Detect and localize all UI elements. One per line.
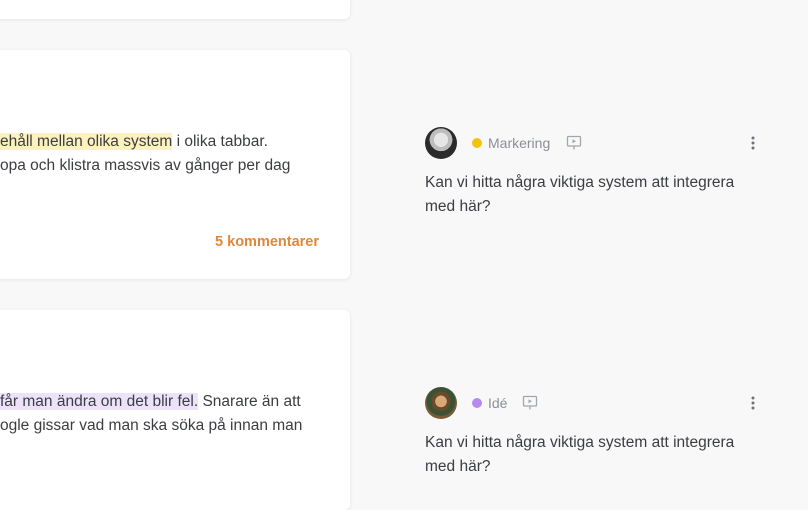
insight-card: ehåll mellan olika system i olika tabbar… (0, 50, 350, 279)
tag-label: Idé (488, 395, 508, 411)
insight-text: i olika tabbar. (172, 133, 268, 150)
highlighted-text[interactable]: får man ändra om det blir fel. (0, 393, 199, 410)
insight-text-line-1: får man ändra om det blir fel. Snarare ä… (0, 390, 301, 414)
insight-text-line-2: ogle gissar vad man ska söka på innan ma… (0, 417, 303, 434)
insight-text-line-1: ehåll mellan olika system i olika tabbar… (0, 130, 268, 154)
presentation-icon[interactable] (566, 135, 582, 151)
comment-tag: Idé (472, 395, 507, 411)
comment-header: Markering (425, 127, 765, 159)
comment-item: Markering Kan vi hitta några viktiga sys… (425, 127, 765, 219)
tag-color-dot (472, 398, 482, 408)
insight-text: Snarare än att (198, 393, 301, 410)
highlighted-text[interactable]: ehåll mellan olika system (0, 133, 173, 150)
insight-card: får man ändra om det blir fel. Snarare ä… (0, 310, 350, 510)
more-vertical-icon[interactable] (748, 395, 758, 411)
avatar[interactable] (425, 127, 457, 159)
tag-color-dot (472, 138, 482, 148)
avatar[interactable] (425, 387, 457, 419)
comment-text: Kan vi hitta några viktiga system att in… (425, 434, 735, 475)
comment-tag: Markering (472, 135, 550, 151)
insight-text-line-2: opa och klistra massvis av gånger per da… (0, 157, 291, 174)
comments-count-link[interactable]: 5 kommentarer (215, 234, 319, 250)
comment-text: Kan vi hitta några viktiga system att in… (425, 174, 735, 215)
tag-label: Markering (488, 135, 551, 151)
more-vertical-icon[interactable] (748, 135, 758, 151)
comment-item: Idé Kan vi hitta några viktiga system at… (425, 387, 765, 479)
insight-card-top (0, 0, 350, 19)
comment-header: Idé (425, 387, 765, 419)
presentation-icon[interactable] (522, 395, 538, 411)
